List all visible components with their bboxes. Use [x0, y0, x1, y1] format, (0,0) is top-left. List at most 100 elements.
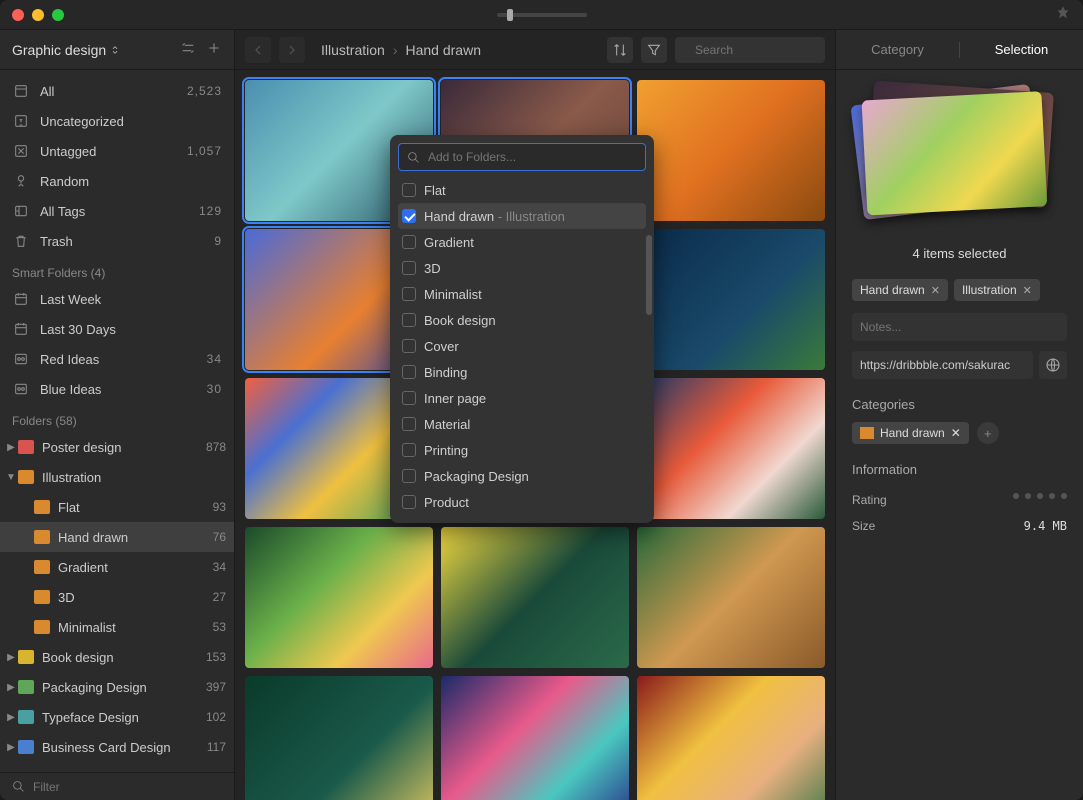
folder-option-3d[interactable]: 3D: [398, 255, 646, 281]
search-input[interactable]: [695, 43, 850, 57]
sidebar-item-untagged[interactable]: Untagged1,057: [0, 136, 234, 166]
pin-icon[interactable]: [1055, 5, 1071, 24]
thumbnail[interactable]: [441, 527, 629, 668]
folder-option-material[interactable]: Material: [398, 411, 646, 437]
checkbox[interactable]: [402, 469, 416, 483]
folder-illustration[interactable]: ▼Illustration: [0, 462, 234, 492]
tab-selection[interactable]: Selection: [960, 30, 1083, 69]
checkbox[interactable]: [402, 443, 416, 457]
checkbox[interactable]: [402, 209, 416, 223]
zoom-thumb[interactable]: [507, 9, 513, 21]
folder-business-card-design[interactable]: ▶Business Card Design117: [0, 732, 234, 762]
thumbnail[interactable]: [441, 676, 629, 800]
thumbnail[interactable]: [637, 676, 825, 800]
folder-option-binding[interactable]: Binding: [398, 359, 646, 385]
disclosure-caret-icon[interactable]: ▼: [4, 472, 18, 483]
sidebar-item-all-tags[interactable]: All Tags129: [0, 196, 234, 226]
folder-option-hand-drawn[interactable]: Hand drawn - Illustration: [398, 203, 646, 229]
folder-poster-design[interactable]: ▶Poster design878: [0, 432, 234, 462]
checkbox[interactable]: [402, 235, 416, 249]
checkbox[interactable]: [402, 313, 416, 327]
folder-3d[interactable]: 3D27: [0, 582, 234, 612]
thumbnail[interactable]: [245, 527, 433, 668]
checkbox[interactable]: [402, 183, 416, 197]
zoom-slider[interactable]: [497, 13, 587, 17]
thumbnail-art: [637, 80, 825, 221]
folder-option-inner-page[interactable]: Inner page: [398, 385, 646, 411]
notes-field[interactable]: [852, 313, 1067, 341]
folder-option-gradient[interactable]: Gradient: [398, 229, 646, 255]
folder-option-cover[interactable]: Cover: [398, 333, 646, 359]
checkbox[interactable]: [402, 417, 416, 431]
checkbox[interactable]: [402, 287, 416, 301]
smart-folder-last-30-days[interactable]: Last 30 Days: [0, 314, 234, 344]
checkbox[interactable]: [402, 391, 416, 405]
sidebar-filter[interactable]: [0, 772, 234, 800]
folder-option-book-design[interactable]: Book design: [398, 307, 646, 333]
folder-option-minimalist[interactable]: Minimalist: [398, 281, 646, 307]
thumbnail[interactable]: [637, 378, 825, 519]
library-switcher[interactable]: Graphic design: [12, 42, 170, 58]
smart-folder-last-week[interactable]: Last Week: [0, 284, 234, 314]
folder-book-design[interactable]: ▶Book design153: [0, 642, 234, 672]
popover-search-input[interactable]: [428, 150, 637, 164]
folder-gradient[interactable]: Gradient34: [0, 552, 234, 582]
disclosure-caret-icon[interactable]: ▶: [4, 682, 18, 693]
checkbox[interactable]: [402, 339, 416, 353]
sidebar-item-trash[interactable]: Trash9: [0, 226, 234, 256]
open-url-button[interactable]: [1039, 351, 1067, 379]
remove-tag-icon[interactable]: ✕: [1023, 284, 1032, 297]
thumbnail[interactable]: [637, 80, 825, 221]
sidebar-item-uncategorized[interactable]: Uncategorized: [0, 106, 234, 136]
thumbnail[interactable]: [637, 229, 825, 370]
minimize-window[interactable]: [32, 9, 44, 21]
checkbox[interactable]: [402, 365, 416, 379]
disclosure-caret-icon[interactable]: ▶: [4, 652, 18, 663]
add-category-button[interactable]: +: [977, 422, 999, 444]
filter-button[interactable]: [641, 37, 667, 63]
sidebar-swap-icon[interactable]: [180, 40, 196, 59]
checkbox[interactable]: [402, 495, 416, 509]
breadcrumb-item[interactable]: Hand drawn: [405, 42, 481, 58]
tab-category[interactable]: Category: [836, 30, 959, 69]
folder-option-flat[interactable]: Flat: [398, 177, 646, 203]
category-chip[interactable]: Hand drawn ✕: [852, 422, 969, 444]
checkbox[interactable]: [402, 261, 416, 275]
folder-option-printing[interactable]: Printing: [398, 437, 646, 463]
breadcrumb-item[interactable]: Illustration: [321, 42, 385, 58]
back-button[interactable]: [245, 37, 271, 63]
tag-chip[interactable]: Hand drawn✕: [852, 279, 948, 301]
titlebar: [0, 0, 1083, 30]
maximize-window[interactable]: [52, 9, 64, 21]
popover-search[interactable]: [398, 143, 646, 171]
smart-folder-red-ideas[interactable]: Red Ideas34: [0, 344, 234, 374]
tag-chip[interactable]: Illustration✕: [954, 279, 1040, 301]
disclosure-caret-icon[interactable]: ▶: [4, 442, 18, 453]
folder-packaging-design[interactable]: ▶Packaging Design397: [0, 672, 234, 702]
folder-hand-drawn[interactable]: Hand drawn76: [0, 522, 234, 552]
close-window[interactable]: [12, 9, 24, 21]
sidebar-item-random[interactable]: Random: [0, 166, 234, 196]
sidebar-add-icon[interactable]: [206, 40, 222, 59]
chevron-right-icon: [284, 42, 300, 58]
popover-scrollbar[interactable]: [646, 235, 652, 315]
smart-folder-blue-ideas[interactable]: Blue Ideas30: [0, 374, 234, 404]
sidebar-item-all[interactable]: All2,523: [0, 76, 234, 106]
disclosure-caret-icon[interactable]: ▶: [4, 712, 18, 723]
disclosure-caret-icon[interactable]: ▶: [4, 742, 18, 753]
remove-category-icon[interactable]: ✕: [951, 426, 961, 440]
folder-option-product[interactable]: Product: [398, 489, 646, 515]
thumbnail[interactable]: [637, 527, 825, 668]
folder-minimalist[interactable]: Minimalist53: [0, 612, 234, 642]
folder-typeface-design[interactable]: ▶Typeface Design102: [0, 702, 234, 732]
forward-button[interactable]: [279, 37, 305, 63]
url-field[interactable]: [852, 351, 1033, 379]
sidebar-filter-input[interactable]: [33, 780, 222, 794]
folder-flat[interactable]: Flat93: [0, 492, 234, 522]
folder-option-packaging-design[interactable]: Packaging Design: [398, 463, 646, 489]
remove-tag-icon[interactable]: ✕: [931, 284, 940, 297]
sort-button[interactable]: [607, 37, 633, 63]
search-field[interactable]: [675, 37, 825, 63]
thumbnail[interactable]: [245, 676, 433, 800]
rating-dots[interactable]: [1013, 493, 1067, 507]
